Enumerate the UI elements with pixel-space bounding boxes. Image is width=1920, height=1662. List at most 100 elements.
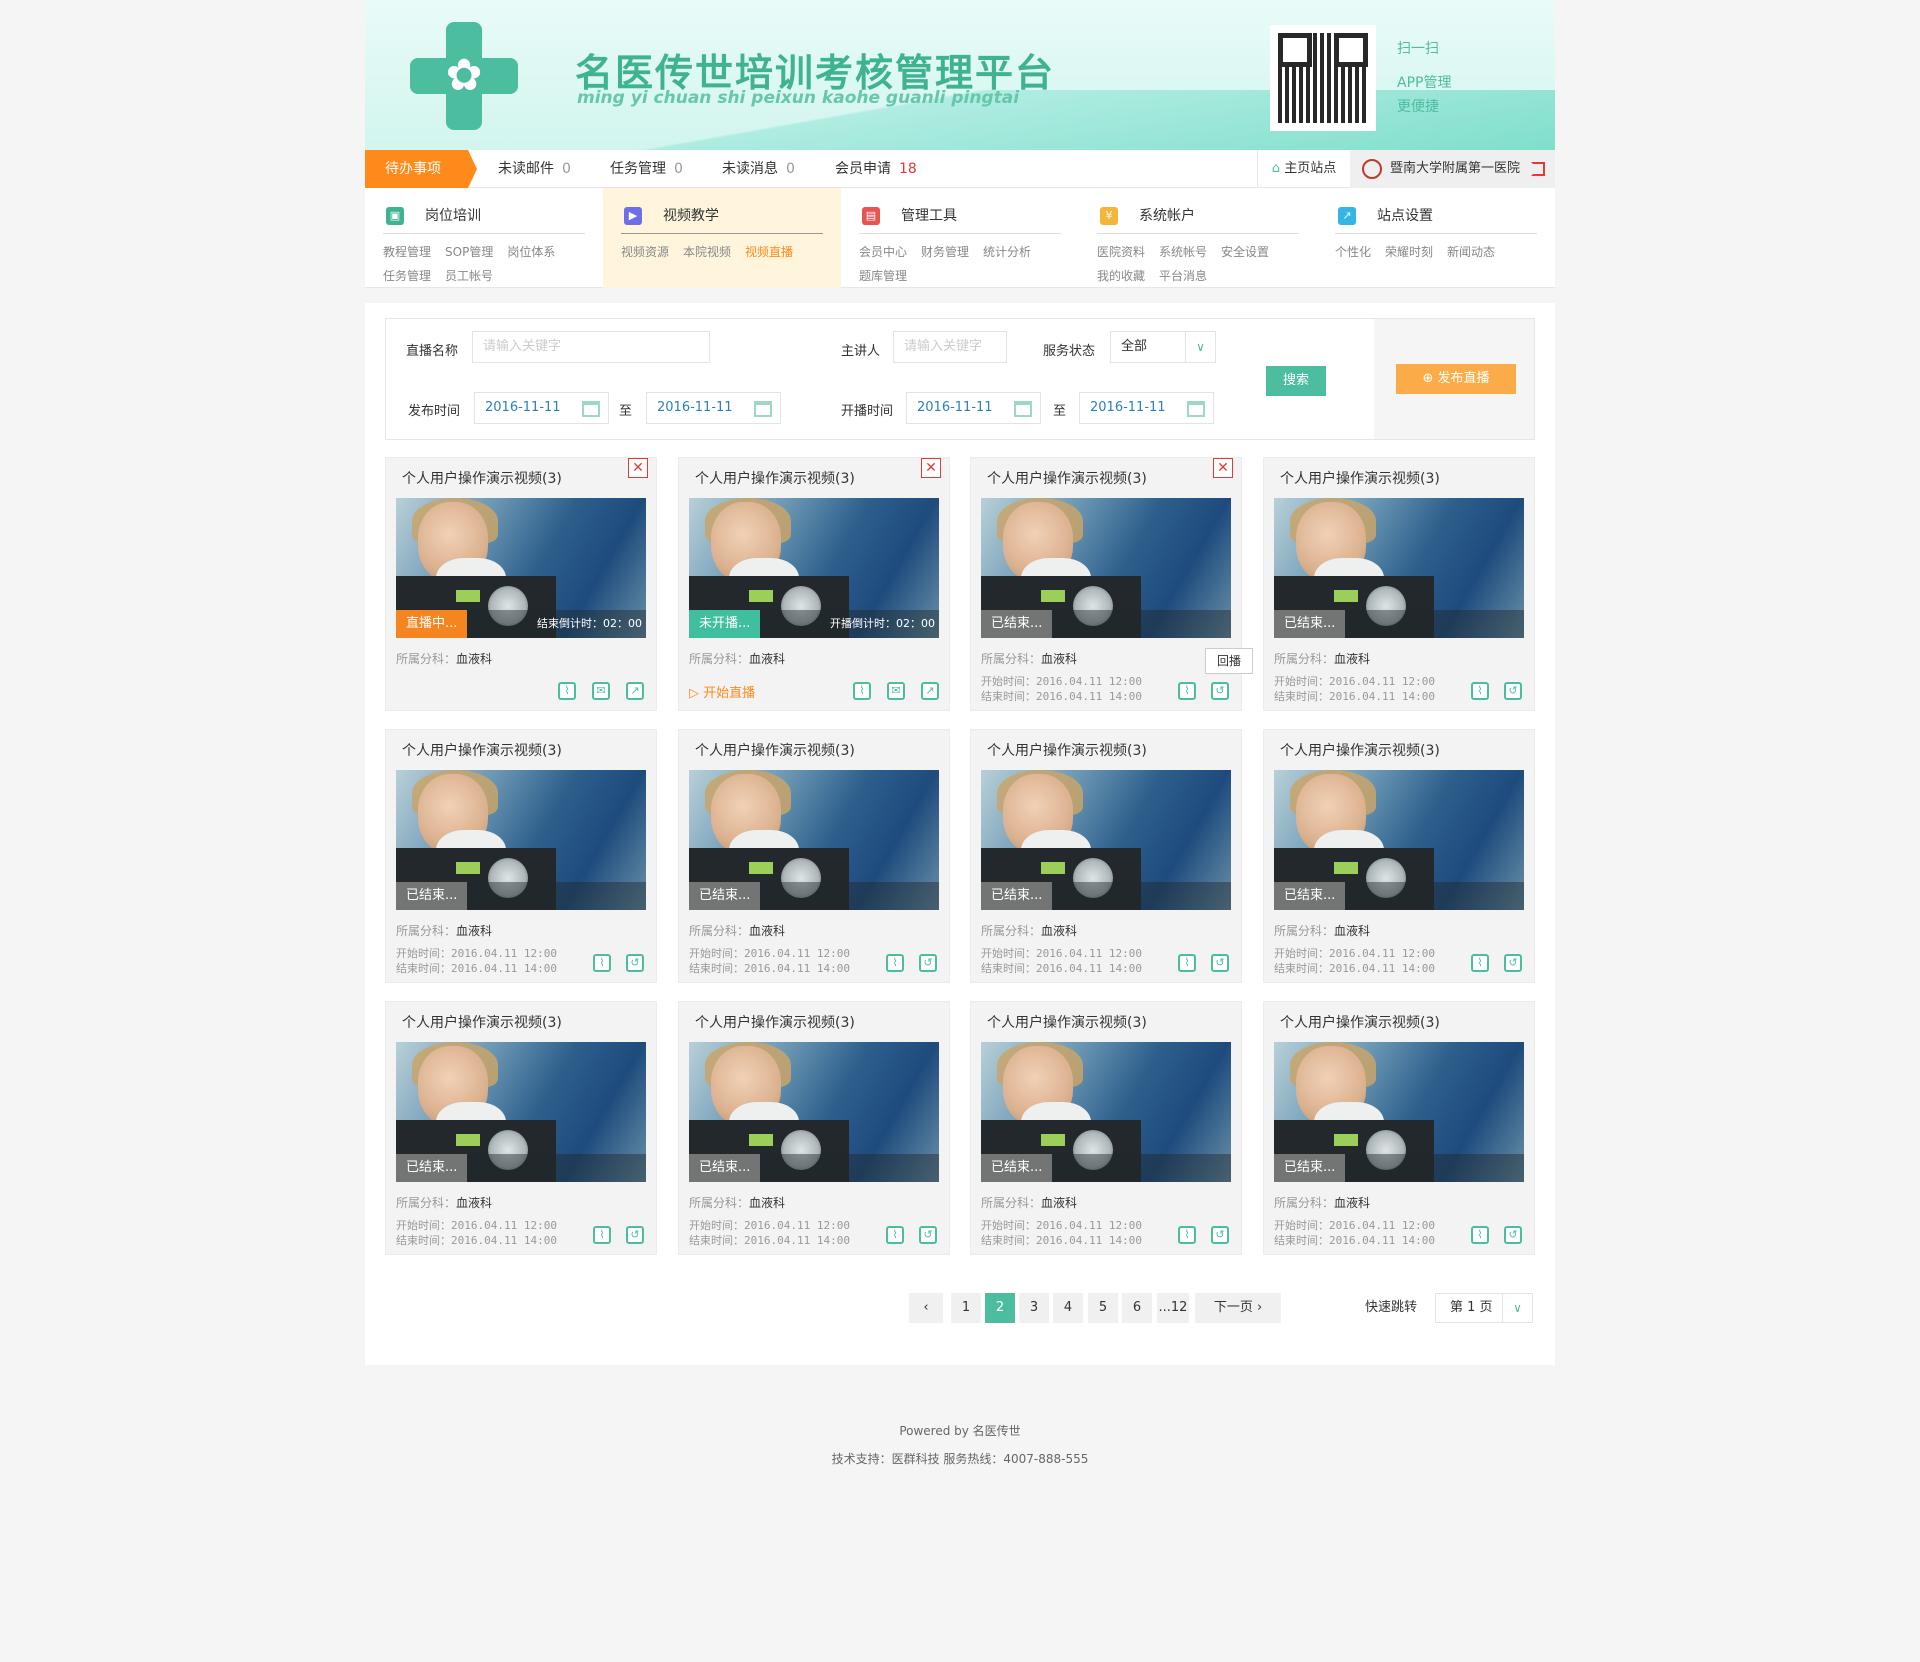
menu-link[interactable]: SOP管理 <box>445 240 493 264</box>
live-card[interactable]: 个人用户操作演示视频(3) ✕ 已结束... 所属分科：血液科 开始时间：2016.04… <box>970 457 1253 711</box>
attachment-icon[interactable]: ⌇ <box>593 1226 611 1244</box>
host-input[interactable]: 请输入关键字 <box>893 331 1007 363</box>
video-thumbnail[interactable]: 已结束... <box>1274 498 1524 638</box>
attachment-icon[interactable]: ⌇ <box>1178 682 1196 700</box>
menu-link[interactable]: 医院资料 <box>1097 240 1145 264</box>
menu-link[interactable]: 统计分析 <box>983 240 1031 264</box>
nav-unread-message[interactable]: 未读消息 0 <box>722 150 795 188</box>
live-card[interactable]: 个人用户操作演示视频(3) 已结束... 所属分科：血液科 开始时间：2016.04.… <box>1263 457 1535 711</box>
hospital-account[interactable]: 暨南大学附属第一医院 <box>1350 150 1555 188</box>
menu-link[interactable]: 本院视频 <box>683 240 731 264</box>
replay-icon[interactable]: ↺ <box>1504 682 1522 700</box>
search-button[interactable]: 搜索 <box>1266 366 1326 396</box>
video-thumbnail[interactable]: 直播中... 结束倒计时：02：00 <box>396 498 646 638</box>
video-thumbnail[interactable]: 已结束... <box>1274 1042 1524 1182</box>
live-card[interactable]: 个人用户操作演示视频(3) 已结束... 所属分科：血液科 开始时间：2016.04.… <box>385 729 657 983</box>
menu-head-video[interactable]: ▶ 视频教学 <box>621 198 823 234</box>
nav-task-manage[interactable]: 任务管理 0 <box>610 150 683 188</box>
page-button[interactable]: 1 <box>951 1293 981 1323</box>
replay-icon[interactable]: ↺ <box>1211 1226 1229 1244</box>
page-button[interactable]: 4 <box>1053 1293 1083 1323</box>
live-card[interactable]: 个人用户操作演示视频(3) ✕ 未开播... 开播倒计时：02：00 所属分科：血液科 ▷… <box>678 457 950 711</box>
prev-page-button[interactable]: ‹ <box>909 1293 943 1323</box>
replay-icon[interactable]: ↺ <box>919 954 937 972</box>
card-title[interactable]: 个人用户操作演示视频(3) <box>1280 468 1440 488</box>
status-select[interactable]: 全部 ∨ <box>1110 331 1216 363</box>
attachment-icon[interactable]: ⌇ <box>1178 1226 1196 1244</box>
video-thumbnail[interactable]: 已结束... <box>981 498 1231 638</box>
page-button[interactable]: ...12 <box>1157 1293 1189 1323</box>
next-page-button[interactable]: 下一页 › <box>1195 1293 1281 1323</box>
card-title[interactable]: 个人用户操作演示视频(3) <box>987 1012 1147 1032</box>
menu-link[interactable]: 平台消息 <box>1159 264 1207 288</box>
attachment-icon[interactable]: ⌇ <box>558 682 576 700</box>
attachment-icon[interactable]: ⌇ <box>593 954 611 972</box>
video-thumbnail[interactable]: 已结束... <box>396 1042 646 1182</box>
menu-link[interactable]: 荣耀时刻 <box>1385 240 1433 264</box>
logo[interactable]: ✿ <box>410 22 518 130</box>
menu-link-active[interactable]: 视频直播 <box>745 240 793 264</box>
mail-icon[interactable]: ✉ <box>887 682 905 700</box>
menu-link[interactable]: 教程管理 <box>383 240 431 264</box>
mail-icon[interactable]: ✉ <box>592 682 610 700</box>
menu-head-tools[interactable]: ▤ 管理工具 <box>859 198 1061 234</box>
publish-from-date[interactable]: 2016-11-11 <box>474 392 609 424</box>
home-site-button[interactable]: ⌂ 主页站点 <box>1257 150 1350 188</box>
start-to-date[interactable]: 2016-11-11 <box>1079 392 1214 424</box>
video-thumbnail[interactable]: 已结束... <box>396 770 646 910</box>
card-title[interactable]: 个人用户操作演示视频(3) <box>695 740 855 760</box>
card-title[interactable]: 个人用户操作演示视频(3) <box>695 1012 855 1032</box>
live-card[interactable]: 个人用户操作演示视频(3) 已结束... 所属分科：血液科 开始时间：2016.04.… <box>678 1001 950 1255</box>
card-title[interactable]: 个人用户操作演示视频(3) <box>1280 740 1440 760</box>
menu-link[interactable]: 新闻动态 <box>1447 240 1495 264</box>
live-card[interactable]: 个人用户操作演示视频(3) 已结束... 所属分科：血液科 开始时间：2016.04.… <box>970 729 1242 983</box>
attachment-icon[interactable]: ⌇ <box>886 1226 904 1244</box>
close-icon[interactable]: ✕ <box>628 458 648 478</box>
attachment-icon[interactable]: ⌇ <box>1471 1226 1489 1244</box>
share-icon[interactable]: ↗ <box>921 682 939 700</box>
video-thumbnail[interactable]: 已结束... <box>689 1042 939 1182</box>
menu-link[interactable]: 会员中心 <box>859 240 907 264</box>
replay-icon[interactable]: ↺ <box>919 1226 937 1244</box>
attachment-icon[interactable]: ⌇ <box>1471 682 1489 700</box>
live-card[interactable]: 个人用户操作演示视频(3) 已结束... 所属分科：血液科 开始时间：2016.04.… <box>1263 729 1535 983</box>
video-thumbnail[interactable]: 已结束... <box>1274 770 1524 910</box>
attachment-icon[interactable]: ⌇ <box>886 954 904 972</box>
page-button[interactable]: 3 <box>1019 1293 1049 1323</box>
todo-tab[interactable]: 待办事项 <box>365 150 477 188</box>
menu-link[interactable]: 个性化 <box>1335 240 1371 264</box>
replay-icon[interactable]: ↺ <box>626 1226 644 1244</box>
card-title[interactable]: 个人用户操作演示视频(3) <box>695 468 855 488</box>
live-name-input[interactable]: 请输入关键字 <box>472 331 710 363</box>
nav-member-apply[interactable]: 会员申请 18 <box>835 150 917 188</box>
attachment-icon[interactable]: ⌇ <box>1178 954 1196 972</box>
logout-icon[interactable] <box>1531 162 1545 176</box>
share-icon[interactable]: ↗ <box>626 682 644 700</box>
menu-link[interactable]: 任务管理 <box>383 264 431 288</box>
menu-link[interactable]: 我的收藏 <box>1097 264 1145 288</box>
live-card[interactable]: 个人用户操作演示视频(3) 已结束... 所属分科：血液科 开始时间：2016.04.… <box>385 1001 657 1255</box>
menu-link[interactable]: 安全设置 <box>1221 240 1269 264</box>
start-live-button[interactable]: ▷ 开始直播 <box>689 682 755 701</box>
menu-link[interactable]: 员工帐号 <box>445 264 493 288</box>
page-button[interactable]: 6 <box>1122 1293 1152 1323</box>
menu-link[interactable]: 题库管理 <box>859 264 907 288</box>
start-from-date[interactable]: 2016-11-11 <box>906 392 1041 424</box>
replay-icon[interactable]: ↺ <box>1504 954 1522 972</box>
replay-icon[interactable]: ↺ <box>1211 954 1229 972</box>
menu-link[interactable]: 财务管理 <box>921 240 969 264</box>
menu-link[interactable]: 岗位体系 <box>507 240 555 264</box>
page-button[interactable]: 2 <box>985 1293 1015 1323</box>
attachment-icon[interactable]: ⌇ <box>853 682 871 700</box>
nav-unread-mail[interactable]: 未读邮件 0 <box>498 150 571 188</box>
replay-icon[interactable]: ↺ <box>1211 682 1229 700</box>
publish-live-button[interactable]: ⊕ 发布直播 <box>1396 364 1516 394</box>
live-card[interactable]: 个人用户操作演示视频(3) ✕ 直播中... 结束倒计时：02：00 所属分科：血液科 ⌇… <box>385 457 657 711</box>
menu-link[interactable]: 系统帐号 <box>1159 240 1207 264</box>
card-title[interactable]: 个人用户操作演示视频(3) <box>987 468 1147 488</box>
video-thumbnail[interactable]: 已结束... <box>981 770 1231 910</box>
live-card[interactable]: 个人用户操作演示视频(3) 已结束... 所属分科：血液科 开始时间：2016.04.… <box>678 729 950 983</box>
menu-head-account[interactable]: ¥ 系统帐户 <box>1097 198 1299 234</box>
video-thumbnail[interactable]: 已结束... <box>981 1042 1231 1182</box>
card-title[interactable]: 个人用户操作演示视频(3) <box>402 740 562 760</box>
